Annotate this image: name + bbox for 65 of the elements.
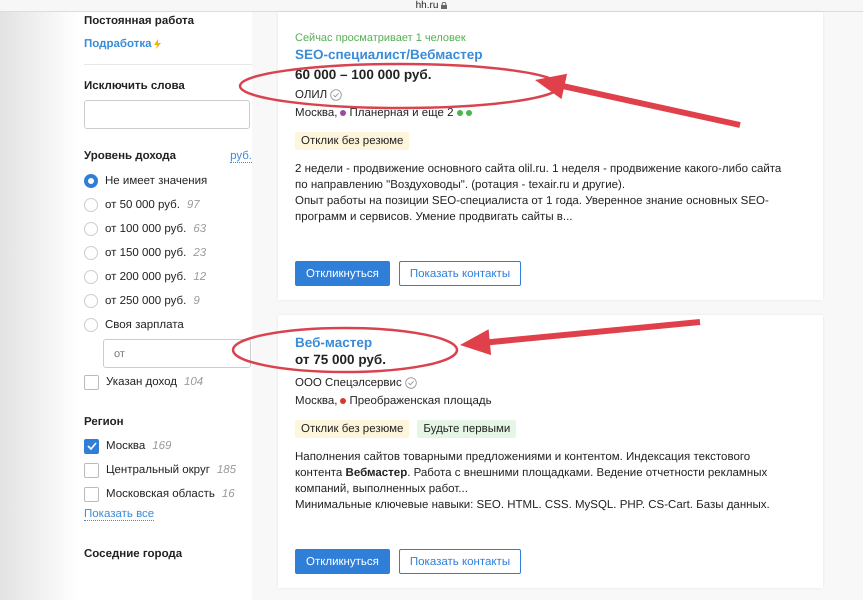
vacancy-title-link[interactable]: SEO-специалист/Вебмастер	[295, 47, 482, 62]
salary-field[interactable]: от	[103, 339, 251, 368]
city-text: Москва,	[295, 107, 338, 119]
company-name[interactable]: ОЛИЛ	[295, 89, 328, 101]
address-text: hh.ru	[416, 1, 438, 11]
radio-button[interactable]	[84, 222, 98, 236]
vacancy-description: Минимальные ключевые навыки: SEO. HTML. CSS. MySQL. PHP. CS-Cart. Базы данных.	[295, 498, 771, 513]
option-count: 63	[193, 223, 206, 235]
salary-text: 60 000 – 100 000 руб.	[295, 67, 433, 82]
section-title: Уровень дохода	[84, 150, 176, 163]
metro-station: Планерная и еще 2	[349, 107, 454, 119]
option-label: Своя зарплата	[105, 319, 184, 331]
respond-button[interactable]: Откликнуться	[295, 549, 390, 574]
option-count: 97	[186, 199, 200, 211]
section-title: Соседние города	[84, 548, 184, 560]
checkbox[interactable]	[84, 374, 99, 390]
radio-button[interactable]	[84, 294, 98, 308]
check-icon	[86, 442, 96, 450]
lightning-icon	[154, 39, 162, 49]
radio-button[interactable]	[84, 198, 98, 212]
option-count: 16	[222, 488, 235, 500]
exclude-words-field[interactable]	[84, 100, 250, 129]
company-name[interactable]: ООО Спецэлсервис	[295, 377, 402, 389]
checkbox[interactable]	[84, 486, 99, 502]
viewers-text: Сейчас просматривает 1 человек	[295, 32, 467, 44]
option-label: от 150 000 руб.	[105, 247, 186, 259]
section-title: Исключить слова	[84, 80, 186, 92]
city-text: Москва,	[295, 395, 338, 407]
option-label: Не имеет значения	[105, 175, 208, 187]
option-label: от 250 000 руб.	[105, 295, 186, 307]
option-count: 185	[216, 464, 236, 476]
show-contacts-button[interactable]: Показать контакты	[398, 549, 522, 574]
option-count: 23	[193, 247, 206, 259]
part-time-link[interactable]: Подработка	[84, 38, 152, 50]
option-count: 12	[193, 271, 206, 283]
vacancy-description: Наполнения сайтов товарными предложениями и контентом. Индексация текстового контента Вебмастер. Работа с внешними площадками. Ведение отчетности рекламных компаний, выполненных работ...	[295, 450, 768, 497]
option-label: Указан доход	[106, 376, 178, 388]
respond-button[interactable]: Откликнуться	[295, 261, 390, 286]
section-title: Регион	[84, 416, 125, 428]
radio-button[interactable]	[84, 174, 98, 188]
show-contacts-button[interactable]: Показать контакты	[398, 261, 522, 286]
vacancy-tag: Будьте первыми	[417, 420, 516, 438]
radio-button[interactable]	[84, 270, 98, 284]
vacancy-tag: Отклик без резюме	[295, 420, 410, 438]
option-label: Московская область	[106, 488, 215, 500]
radio-button[interactable]	[84, 318, 98, 332]
salary-text: от 75 000 руб.	[295, 352, 387, 367]
option-label: Москва	[106, 440, 146, 452]
checkbox[interactable]	[84, 462, 99, 478]
filter-option[interactable]: Постоянная работа	[84, 15, 252, 32]
vacancy-description: Опыт работы на позиции SEO-специалиста от 1 года. Уверенное знание основных SEO-программ и сервисов. Умение продвигать сайты в...	[295, 194, 770, 225]
vacancy-description: 2 недели - продвижение основного сайта olil.ru. 1 неделя - продвижение какого-либо сайта по направлению "Воздуховоды". (ротация - texair.ru и другие).	[295, 162, 782, 193]
option-label: от 50 000 руб.	[105, 199, 180, 211]
option-count: 9	[193, 295, 200, 307]
option-count: 169	[152, 440, 172, 452]
option-label: от 200 000 руб.	[105, 271, 186, 283]
option-label: от 100 000 руб.	[105, 223, 186, 235]
show-all-link[interactable]: Показать все	[84, 508, 154, 521]
metro-station: Преображенская площадь	[349, 395, 492, 407]
checkbox[interactable]	[84, 438, 99, 454]
option-count: 104	[184, 376, 204, 388]
radio-button[interactable]	[84, 246, 98, 260]
vacancy-title-link[interactable]: Веб-мастер	[295, 335, 372, 350]
option-label: Центральный округ	[106, 464, 210, 476]
vacancy-tag: Отклик без резюме	[295, 132, 410, 150]
